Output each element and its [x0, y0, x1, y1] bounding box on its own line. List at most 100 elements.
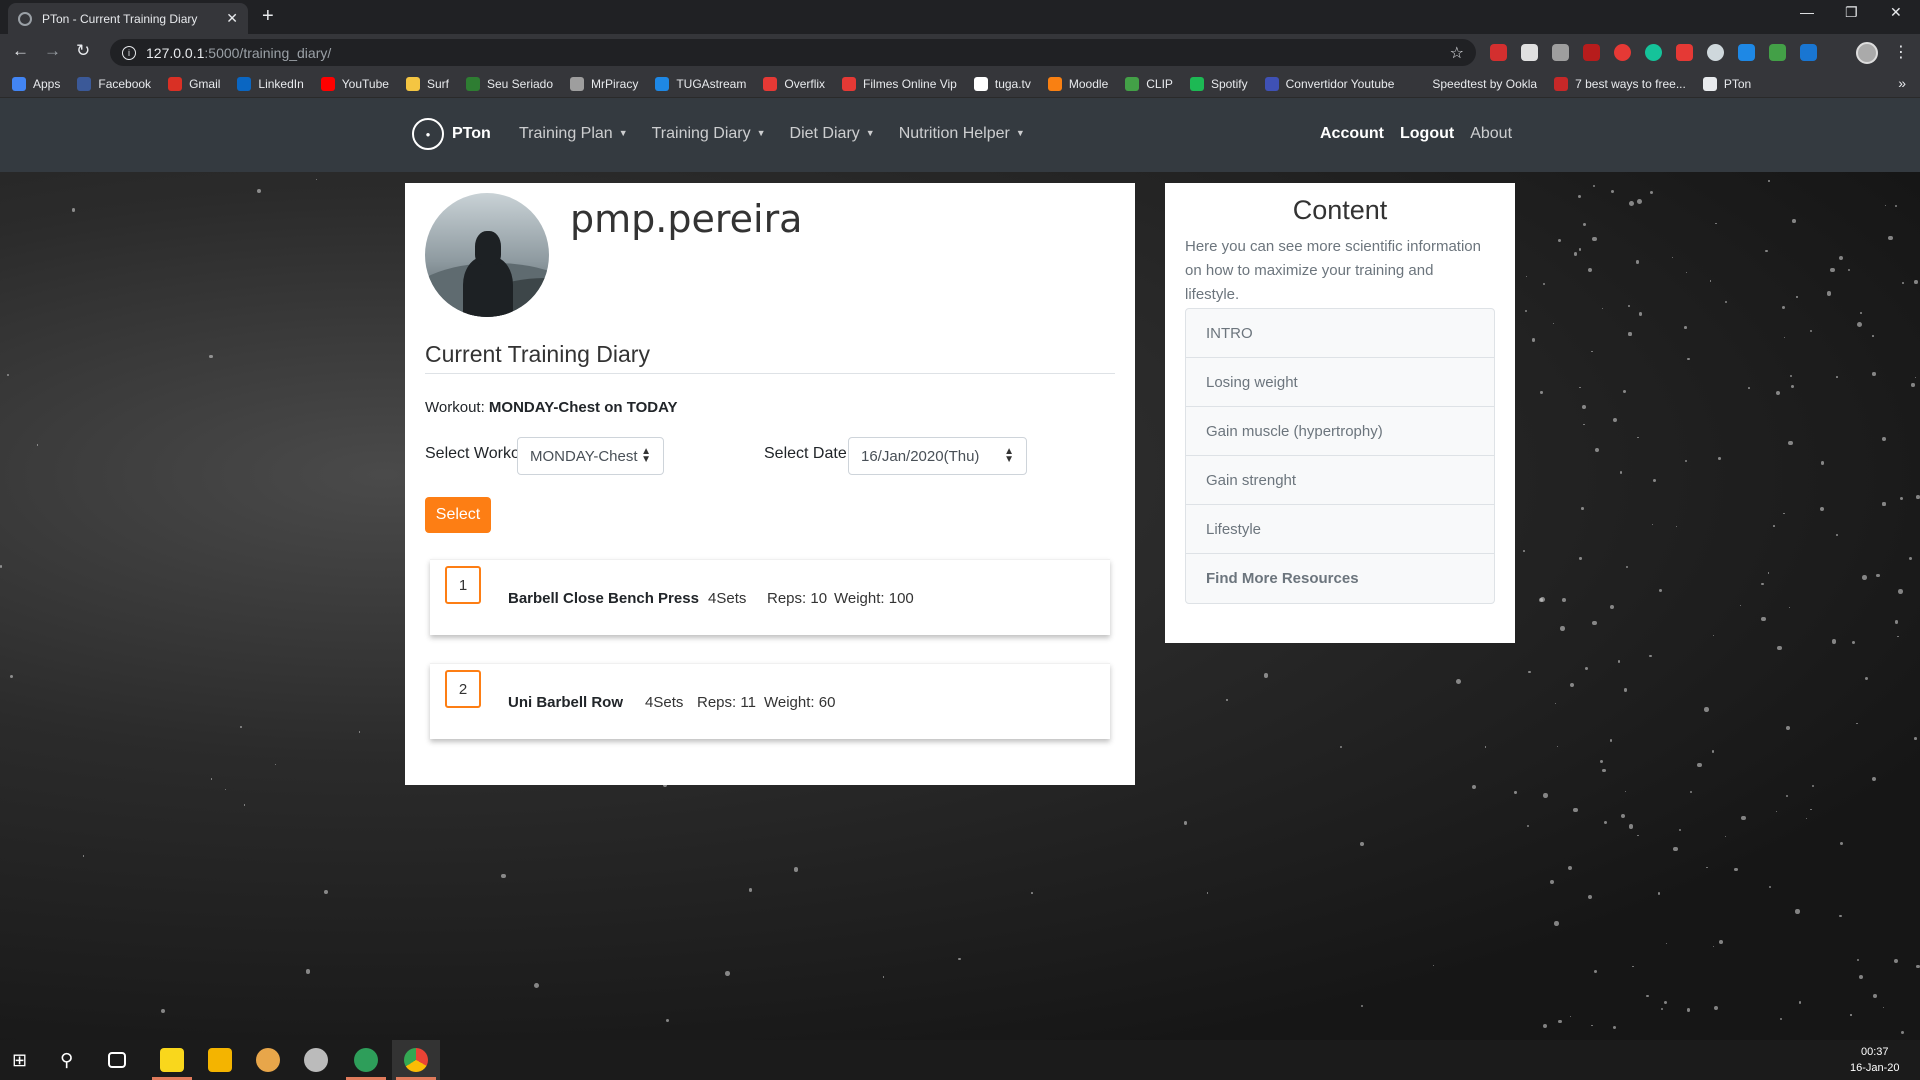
pdf-icon[interactable]: [1583, 44, 1600, 61]
back-icon[interactable]: ←: [12, 41, 29, 61]
bookmark-label: Seu Seriado: [486, 76, 553, 91]
bookmark-item[interactable]: Speedtest by Ookla: [1411, 76, 1537, 91]
bookmark-item[interactable]: Spotify: [1189, 76, 1248, 91]
bookmark-item[interactable]: CLIP: [1125, 76, 1173, 91]
new-tab-icon[interactable]: +: [262, 5, 274, 27]
url-bar[interactable]: i 127.0.0.1 :5000/training_diary/ ☆: [110, 39, 1476, 66]
app-icon[interactable]: [354, 1048, 378, 1072]
workout-label: Workout:: [425, 399, 485, 416]
app-icon[interactable]: [256, 1048, 280, 1072]
content-item-lifestyle[interactable]: Lifestyle: [1186, 505, 1494, 554]
reload-icon[interactable]: ↻: [76, 41, 90, 61]
forward-icon[interactable]: →: [44, 41, 61, 61]
extension-icon[interactable]: [1707, 44, 1724, 61]
bookmark-item[interactable]: Facebook: [77, 76, 151, 91]
exercise-reps: Reps: 10: [767, 590, 828, 607]
browser-tab[interactable]: PTon - Current Training Diary ✕: [8, 3, 248, 34]
background-speck: [1911, 383, 1915, 387]
workout-select[interactable]: MONDAY-Chest ▲ ▼: [517, 437, 664, 475]
background-speck: [1658, 588, 1663, 593]
content-item-intro[interactable]: INTRO: [1186, 309, 1494, 358]
zip-icon[interactable]: [1738, 44, 1755, 61]
workout-value: MONDAY-Chest on TODAY: [488, 399, 678, 416]
window-close-icon[interactable]: ✕: [1890, 4, 1902, 21]
date-select[interactable]: 16/Jan/2020(Thu) ▲ ▼: [848, 437, 1027, 475]
background-speck: [1810, 329, 1813, 333]
bookmark-item[interactable]: MrPiracy: [570, 76, 638, 91]
background-speck: [1646, 994, 1649, 998]
minimize-icon[interactable]: —: [1800, 4, 1814, 20]
windows-start-icon[interactable]: ⊞: [12, 1048, 36, 1072]
bookmark-item[interactable]: Surf: [405, 76, 449, 91]
background-speck: [1585, 666, 1589, 670]
background-speck: [1636, 199, 1642, 204]
background-speck: [1859, 312, 1862, 315]
menu-training-plan[interactable]: Training Plan ▼: [519, 125, 628, 143]
shield-icon[interactable]: [1800, 44, 1817, 61]
sticky-notes-icon[interactable]: [160, 1048, 184, 1072]
file-explorer-icon[interactable]: [208, 1048, 232, 1072]
background-speck: [1876, 573, 1880, 578]
background-speck: [1573, 808, 1578, 813]
drive-icon[interactable]: [1552, 44, 1569, 61]
menu-training-diary[interactable]: Training Diary ▼: [652, 125, 766, 143]
bookmark-item[interactable]: LinkedIn: [237, 76, 304, 91]
bookmark-item[interactable]: tuga.tv: [973, 76, 1031, 91]
bookmark-item[interactable]: Filmes Online Vip: [842, 76, 957, 91]
url-path: :5000/training_diary/: [204, 44, 332, 61]
bookmark-item[interactable]: Apps: [12, 76, 60, 91]
bookmark-item[interactable]: YouTube: [320, 76, 389, 91]
background-speck: [1741, 815, 1746, 821]
background-speck: [6, 373, 10, 376]
logout-link[interactable]: Logout: [1400, 125, 1454, 143]
url-host: 127.0.0.1: [146, 44, 205, 61]
content-item-gain-strength[interactable]: Gain strenght: [1186, 456, 1494, 505]
search-icon[interactable]: ⚲: [60, 1048, 84, 1072]
bookmark-label: YouTube: [341, 76, 389, 91]
profile-avatar: [425, 193, 549, 317]
menu-diet-diary[interactable]: Diet Diary ▼: [790, 125, 875, 143]
select-button[interactable]: Select: [425, 497, 491, 533]
grammarly-icon[interactable]: [1645, 44, 1662, 61]
background-speck: [1724, 835, 1726, 837]
bookmark-label: LinkedIn: [258, 76, 304, 91]
extension-icon[interactable]: [1614, 44, 1631, 61]
bookmark-favicon-icon: [320, 76, 335, 91]
bookmark-item[interactable]: PTon: [1702, 76, 1751, 91]
bookmark-star-icon[interactable]: ☆: [1450, 43, 1464, 63]
system-clock[interactable]: 00:37 16-Jan-20: [1850, 1044, 1900, 1076]
about-link[interactable]: About: [1470, 125, 1512, 143]
more-bookmarks-icon[interactable]: »: [1898, 75, 1906, 91]
extension-icon[interactable]: [1521, 44, 1538, 61]
content-item-losing-weight[interactable]: Losing weight: [1186, 358, 1494, 407]
bookmark-item[interactable]: TUGAstream: [655, 76, 746, 91]
content-title: Content: [1292, 195, 1388, 225]
background-speck: [1884, 205, 1886, 206]
background-speck: [1839, 914, 1843, 918]
shield-icon[interactable]: [1769, 44, 1786, 61]
info-icon[interactable]: i: [122, 45, 136, 60]
account-link[interactable]: Account: [1320, 125, 1384, 143]
background-speck: [1862, 575, 1867, 580]
restore-icon[interactable]: ❐: [1845, 4, 1858, 21]
bookmark-item[interactable]: Seu Seriado: [465, 76, 553, 91]
bookmark-item[interactable]: 7 best ways to free...: [1554, 76, 1686, 91]
menu-kebab-icon[interactable]: ⋮: [1893, 42, 1909, 62]
background-speck: [1635, 260, 1640, 264]
bookmark-item[interactable]: Overflix: [763, 76, 825, 91]
close-tab-icon[interactable]: ✕: [226, 10, 238, 27]
profile-avatar-icon[interactable]: [1856, 42, 1878, 64]
background-speck: [1531, 338, 1536, 342]
chrome-icon[interactable]: [404, 1048, 428, 1072]
app-icon[interactable]: [304, 1048, 328, 1072]
bookmark-item[interactable]: Convertidor Youtube: [1264, 76, 1394, 91]
brand-link[interactable]: ● PTon: [412, 118, 491, 150]
task-view-icon[interactable]: [108, 1052, 126, 1068]
menu-nutrition-helper[interactable]: Nutrition Helper ▼: [899, 125, 1025, 143]
extension-icon[interactable]: [1676, 44, 1693, 61]
content-item-find-more[interactable]: Find More Resources: [1186, 554, 1494, 603]
content-item-gain-muscle[interactable]: Gain muscle (hypertrophy): [1186, 407, 1494, 456]
bookmark-item[interactable]: Gmail: [168, 76, 220, 91]
adblock-icon[interactable]: [1490, 44, 1507, 61]
bookmark-item[interactable]: Moodle: [1047, 76, 1108, 91]
